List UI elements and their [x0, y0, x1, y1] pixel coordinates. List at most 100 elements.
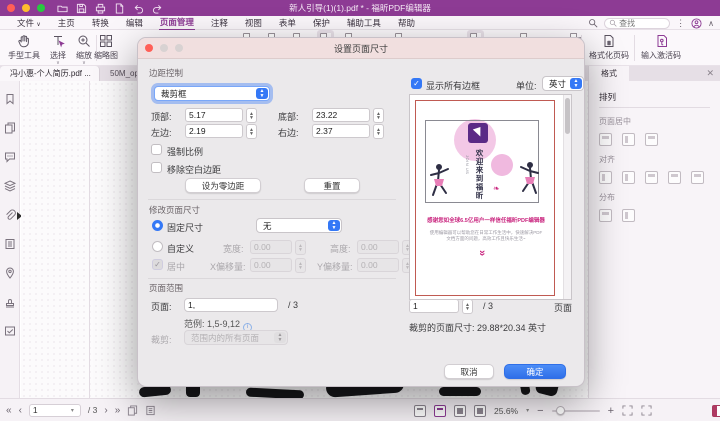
top-margin-input[interactable] [185, 108, 243, 122]
height-input[interactable] [357, 240, 399, 254]
attachments-icon[interactable] [4, 209, 16, 221]
y-offset-input[interactable] [357, 258, 399, 272]
previous-page-icon[interactable]: ‹ [19, 405, 22, 416]
window-minimize-button[interactable] [22, 4, 30, 12]
read-mode-panel-icon[interactable] [712, 405, 720, 417]
bottom-margin-input[interactable] [312, 108, 370, 122]
layers-icon[interactable] [4, 180, 16, 192]
thumbnails-tool-button[interactable]: 缩略图 [84, 32, 128, 61]
new-page-icon[interactable] [114, 3, 125, 14]
preview-scrollbar-thumb[interactable] [565, 98, 570, 134]
top-margin-stepper[interactable]: ▲▼ [246, 108, 257, 123]
x-offset-input[interactable] [250, 258, 292, 272]
field-validation-icon[interactable] [4, 325, 16, 337]
right-margin-stepper[interactable]: ▲▼ [373, 124, 384, 139]
menu-edit[interactable]: 编辑 [125, 16, 144, 30]
preview-page-input[interactable] [409, 299, 459, 313]
format-panel-tab[interactable]: 格式 [589, 66, 629, 81]
open-file-icon[interactable] [57, 3, 68, 14]
zoom-in-icon[interactable]: + [608, 405, 614, 417]
zoom-slider-knob[interactable] [556, 406, 565, 415]
bottom-margin-stepper[interactable]: ▲▼ [373, 108, 384, 123]
menu-view[interactable]: 视图 [244, 16, 263, 30]
zoom-out-icon[interactable]: − [537, 405, 543, 417]
signature-icon[interactable] [4, 296, 16, 308]
align-right-icon[interactable] [645, 171, 658, 184]
single-page-view-icon[interactable] [414, 405, 426, 417]
menu-protect[interactable]: 保护 [312, 16, 331, 30]
zoom-level-label[interactable]: 25.6% [494, 406, 518, 416]
grid-view-icon[interactable] [474, 405, 486, 417]
align-center-icon[interactable] [622, 171, 635, 184]
print-icon[interactable] [95, 3, 106, 14]
align-top-icon[interactable] [668, 171, 681, 184]
fixed-size-radio[interactable] [152, 220, 163, 231]
menu-accessibility-tools[interactable]: 辅助工具 [346, 16, 382, 30]
fit-page-icon[interactable] [622, 405, 633, 416]
align-middle-icon[interactable] [691, 171, 704, 184]
snapshot-icon[interactable] [145, 405, 156, 416]
zero-margins-button[interactable]: 设为零边距 [185, 178, 261, 193]
redo-icon[interactable] [152, 3, 163, 14]
menu-page-management[interactable]: 页面管理 [159, 15, 195, 31]
distribute-vertical-icon[interactable] [622, 209, 635, 222]
chevron-down-icon[interactable]: ▾ [526, 407, 529, 414]
enter-activation-code-button[interactable]: 输入激活码 [637, 32, 685, 61]
two-page-view-icon[interactable] [454, 405, 466, 417]
custom-size-radio[interactable] [152, 241, 163, 252]
center-vertical-icon[interactable] [622, 133, 635, 146]
window-close-button[interactable] [7, 4, 15, 12]
comments-icon[interactable] [4, 151, 16, 163]
undo-icon[interactable] [133, 3, 144, 14]
search-box[interactable] [604, 18, 670, 29]
continuous-view-icon[interactable] [434, 405, 446, 417]
account-avatar-icon[interactable] [691, 18, 702, 29]
show-all-borders-checkbox[interactable]: ✓ [411, 78, 422, 89]
collapse-ribbon-icon[interactable]: ∧ [708, 19, 714, 28]
menu-form[interactable]: 表单 [278, 16, 297, 30]
doc-tab-active[interactable]: 冯小惠-个人简历.pdf ... [0, 66, 100, 81]
last-page-icon[interactable]: » [115, 405, 121, 416]
right-margin-input[interactable] [312, 124, 370, 138]
menu-home[interactable]: 主页 [57, 16, 76, 30]
articles-icon[interactable] [4, 238, 16, 250]
save-icon[interactable] [76, 3, 87, 14]
fullscreen-icon[interactable] [641, 405, 652, 416]
zoom-slider[interactable] [552, 410, 600, 412]
close-icon[interactable]: ✕ [706, 68, 714, 79]
left-margin-stepper[interactable]: ▲▼ [246, 124, 257, 139]
fixed-size-select[interactable]: 无 ▲▼ [256, 218, 342, 233]
reset-button[interactable]: 重置 [304, 178, 360, 193]
destinations-icon[interactable] [4, 267, 16, 279]
window-zoom-button[interactable] [37, 4, 45, 12]
next-page-icon[interactable]: › [104, 405, 107, 416]
bookmarks-icon[interactable] [4, 93, 16, 105]
page-thumbnails-icon[interactable] [4, 122, 16, 134]
search-input[interactable] [619, 19, 665, 28]
left-margin-input[interactable] [185, 124, 243, 138]
menu-convert[interactable]: 转换 [91, 16, 110, 30]
more-options-icon[interactable]: ⋮ [676, 18, 685, 29]
preview-scrollbar[interactable] [563, 95, 571, 299]
find-replace-icon[interactable] [588, 18, 598, 28]
distribute-horizontal-icon[interactable] [599, 209, 612, 222]
menu-comment[interactable]: 注释 [210, 16, 229, 30]
previous-view-icon[interactable] [127, 405, 138, 416]
cancel-button[interactable]: 取消 [444, 364, 494, 379]
box-type-select[interactable]: 裁剪框 ▲▼ [154, 86, 270, 101]
preview-page-stepper[interactable]: ▲▼ [462, 299, 473, 314]
unit-select[interactable]: 英寸 ▲▼ [542, 76, 584, 91]
page-number-input[interactable] [33, 405, 71, 415]
ok-button[interactable]: 确定 [504, 364, 566, 379]
page-range-input[interactable] [184, 298, 278, 312]
constrain-proportions-checkbox[interactable] [151, 144, 162, 155]
center-both-icon[interactable] [645, 133, 658, 146]
page-number-box[interactable]: ▾ [29, 404, 81, 417]
remove-white-margins-checkbox[interactable] [151, 162, 162, 173]
menu-file[interactable]: 文件 ∨ [16, 16, 42, 30]
center-horizontal-icon[interactable] [599, 133, 612, 146]
format-page-number-button[interactable]: 格式化页码 [586, 32, 632, 61]
menu-help[interactable]: 帮助 [397, 16, 416, 30]
align-left-icon[interactable] [599, 171, 612, 184]
first-page-icon[interactable]: « [6, 405, 12, 416]
